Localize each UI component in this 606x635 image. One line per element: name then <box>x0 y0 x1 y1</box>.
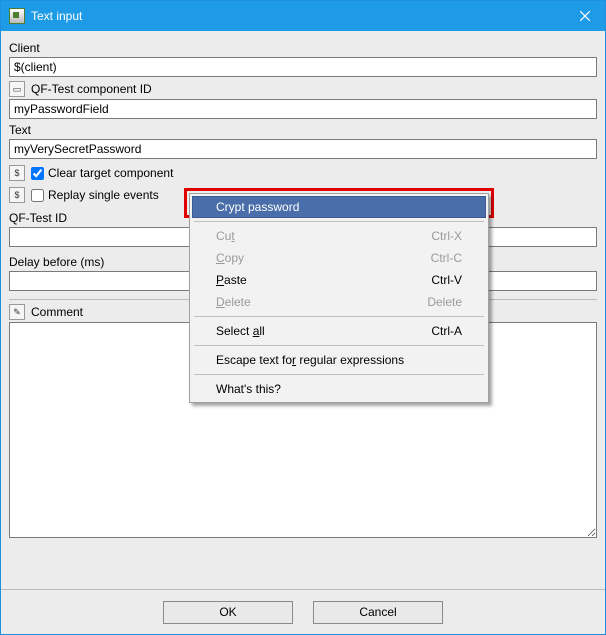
context-menu: Crypt password Cut Ctrl-X Copy Ctrl-C Pa… <box>189 193 489 403</box>
close-button[interactable] <box>565 1 605 31</box>
menu-crypt-password[interactable]: Crypt password <box>192 196 486 218</box>
menu-separator <box>194 316 484 317</box>
menu-copy-shortcut: Ctrl-C <box>431 251 462 265</box>
dollar-icon[interactable]: $ <box>9 165 25 181</box>
menu-separator <box>194 345 484 346</box>
menu-delete-shortcut: Delete <box>427 295 462 309</box>
menu-select-all-shortcut: Ctrl-A <box>431 324 462 338</box>
menu-paste[interactable]: Paste Ctrl-V <box>192 269 486 291</box>
replay-single-checkbox[interactable] <box>31 189 44 202</box>
form-area: Client ▭ QF-Test component ID Text $ Cle… <box>1 31 605 589</box>
menu-copy[interactable]: Copy Ctrl-C <box>192 247 486 269</box>
edit-icon[interactable]: ✎ <box>9 304 25 320</box>
menu-paste-label: Paste <box>216 273 247 287</box>
menu-copy-label: Copy <box>216 251 244 265</box>
menu-whats-this-label: What's this? <box>216 382 281 396</box>
menu-select-all-label: Select all <box>216 324 265 338</box>
menu-escape-regex[interactable]: Escape text for regular expressions <box>192 349 486 371</box>
comment-label: Comment <box>31 305 83 319</box>
dollar-icon-2[interactable]: $ <box>9 187 25 203</box>
menu-cut[interactable]: Cut Ctrl-X <box>192 225 486 247</box>
clear-target-label: Clear target component <box>48 166 173 180</box>
menu-crypt-label: Crypt password <box>216 200 299 214</box>
window-title: Text input <box>31 9 565 23</box>
text-label: Text <box>9 123 597 137</box>
menu-escape-label: Escape text for regular expressions <box>216 353 404 367</box>
clear-target-checkbox[interactable] <box>31 167 44 180</box>
component-input[interactable] <box>9 99 597 119</box>
menu-select-all[interactable]: Select all Ctrl-A <box>192 320 486 342</box>
title-bar: Text input <box>1 1 605 31</box>
close-icon <box>580 11 590 21</box>
menu-whats-this[interactable]: What's this? <box>192 378 486 400</box>
menu-cut-label: Cut <box>216 229 235 243</box>
menu-separator <box>194 221 484 222</box>
clear-target-row: $ Clear target component <box>9 165 597 181</box>
menu-paste-shortcut: Ctrl-V <box>431 273 462 287</box>
menu-cut-shortcut: Ctrl-X <box>431 229 462 243</box>
replay-single-label: Replay single events <box>48 188 159 202</box>
component-icon: ▭ <box>9 81 25 97</box>
text-input[interactable] <box>9 139 597 159</box>
client-label: Client <box>9 41 597 55</box>
component-label-row: ▭ QF-Test component ID <box>9 81 597 97</box>
menu-delete-label: Delete <box>216 295 251 309</box>
app-icon <box>9 8 25 24</box>
cancel-button[interactable]: Cancel <box>313 601 443 624</box>
client-input[interactable] <box>9 57 597 77</box>
dialog-window: Text input Client ▭ QF-Test component ID… <box>0 0 606 635</box>
menu-separator <box>194 374 484 375</box>
menu-delete[interactable]: Delete Delete <box>192 291 486 313</box>
button-bar: OK Cancel <box>1 589 605 634</box>
ok-button[interactable]: OK <box>163 601 293 624</box>
component-label: QF-Test component ID <box>31 82 152 96</box>
